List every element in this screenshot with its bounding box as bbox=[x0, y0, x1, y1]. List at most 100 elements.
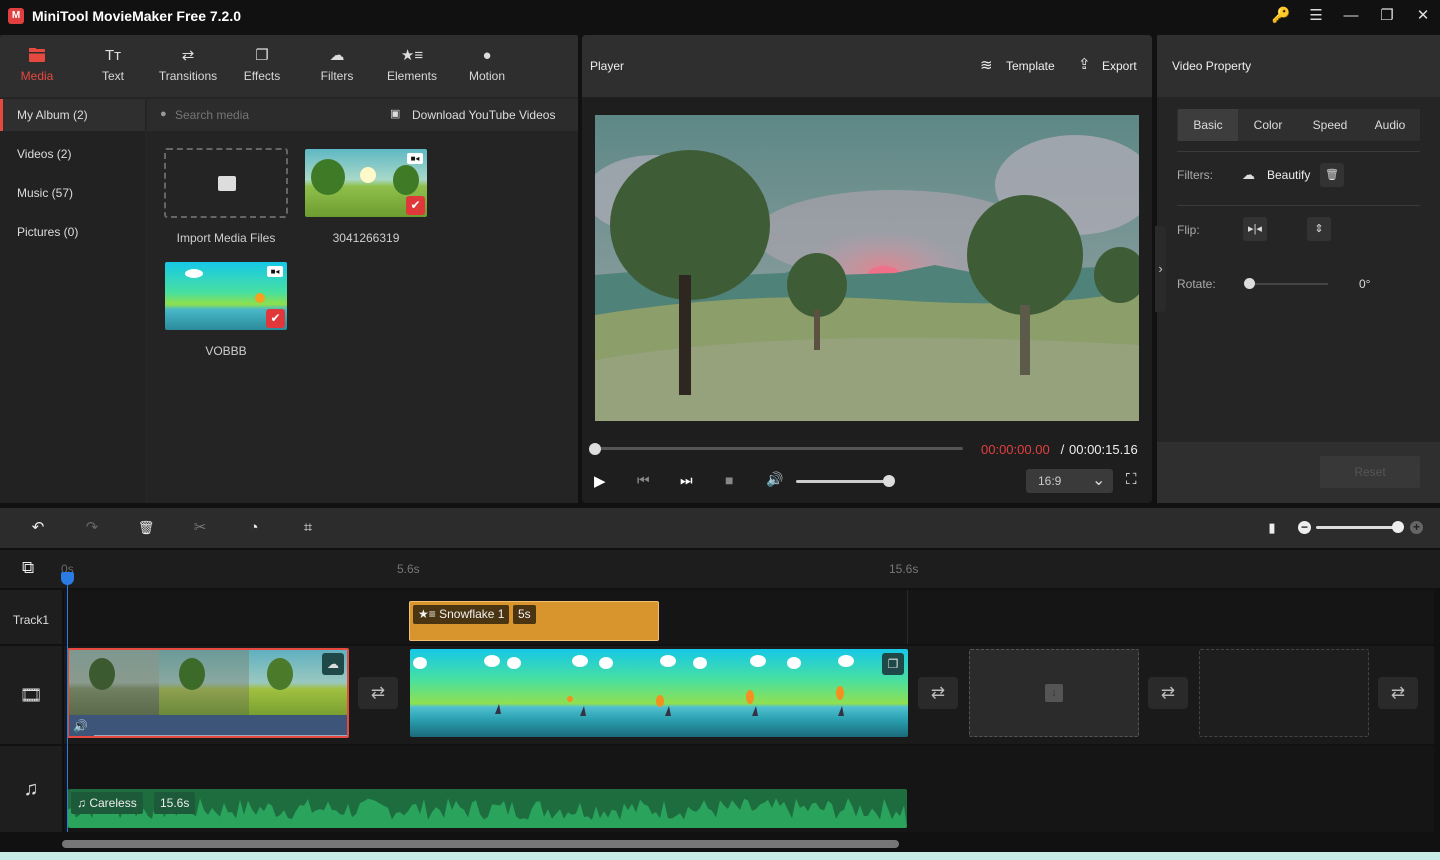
tab-text[interactable]: Tт Text bbox=[78, 35, 148, 97]
reset-button[interactable]: Reset bbox=[1320, 456, 1420, 488]
horizontal-scrollbar[interactable] bbox=[62, 840, 899, 848]
maximize-button[interactable]: ❐ bbox=[1376, 6, 1398, 28]
divider bbox=[1177, 151, 1420, 152]
clip-audio-level bbox=[94, 735, 347, 736]
time-separator: / bbox=[1057, 442, 1068, 457]
flip-horizontal-button[interactable]: ▸|◂ bbox=[1243, 217, 1267, 241]
drop-media-icon: ↓ bbox=[1045, 684, 1063, 702]
album-item-my-album[interactable]: My Album (2) bbox=[0, 99, 145, 131]
delete-button[interactable]: 🗑 bbox=[134, 516, 158, 540]
video-camera-icon: ■◂ bbox=[267, 266, 283, 277]
elements-icon: ★≡ bbox=[418, 607, 436, 621]
album-item-pictures[interactable]: Pictures (0) bbox=[0, 216, 145, 248]
minimize-button[interactable]: — bbox=[1340, 6, 1362, 28]
taskbar-strip bbox=[0, 852, 1440, 860]
transition-slot[interactable]: ⇄ bbox=[1378, 677, 1418, 709]
timeline-ruler[interactable]: ⧉ 0s 5.6s 15.6s bbox=[0, 550, 1440, 588]
export-icon: ⇪ bbox=[1078, 56, 1091, 73]
search-icon: ● bbox=[160, 108, 167, 120]
search-input[interactable] bbox=[175, 105, 355, 125]
tab-filters[interactable]: ☁ Filters bbox=[302, 35, 372, 97]
flip-horizontal-icon: ▸|◂ bbox=[1248, 223, 1262, 235]
empty-clip-slot[interactable]: ↓ bbox=[969, 649, 1139, 737]
element-clip[interactable]: ★≡ Snowflake 1 5s bbox=[409, 601, 659, 641]
transition-slot[interactable]: ⇄ bbox=[358, 677, 398, 709]
collapse-panel-button[interactable]: › bbox=[1155, 226, 1166, 312]
audio-clip[interactable]: ♫ Careless 15.6s bbox=[68, 789, 907, 828]
clip-frame bbox=[69, 650, 159, 715]
filter-icon: ☁ bbox=[1242, 167, 1255, 182]
delete-filter-button[interactable]: 🗑 bbox=[1320, 163, 1344, 187]
fullscreen-button[interactable]: ⛶ bbox=[1126, 471, 1137, 488]
trash-icon: 🗑 bbox=[1325, 169, 1339, 181]
speed-button[interactable]: ◔ bbox=[242, 516, 266, 540]
template-button[interactable]: Template bbox=[1006, 59, 1055, 73]
previous-frame-button[interactable]: ⏮ bbox=[637, 472, 650, 489]
import-media-button[interactable] bbox=[164, 148, 288, 218]
zoom-out-button[interactable]: − bbox=[1298, 521, 1311, 534]
close-button[interactable]: ✕ bbox=[1412, 6, 1434, 28]
export-button[interactable]: Export bbox=[1102, 59, 1137, 73]
split-button[interactable]: ✂ bbox=[188, 516, 212, 540]
cloud-shape bbox=[185, 269, 203, 278]
video-clip-selected[interactable]: ☁ 🔊 bbox=[67, 648, 349, 738]
next-frame-button[interactable]: ⏭ bbox=[680, 472, 693, 489]
rotate-value: 0° bbox=[1359, 277, 1371, 291]
filters-label: Filters: bbox=[1177, 168, 1213, 182]
transitions-icon: ⇄ bbox=[181, 47, 195, 64]
tab-media[interactable]: Media bbox=[2, 35, 72, 97]
play-button[interactable]: ▶ bbox=[594, 472, 606, 490]
video-camera-icon: ■◂ bbox=[407, 153, 423, 164]
sun-shape bbox=[255, 293, 265, 303]
clip-audio-icon[interactable]: 🔊 bbox=[73, 719, 88, 733]
video-clip[interactable]: ❐ bbox=[410, 649, 908, 737]
volume-slider[interactable] bbox=[796, 480, 889, 483]
youtube-download-icon: ▣ bbox=[390, 108, 401, 120]
tab-effects[interactable]: ❐ Effects bbox=[227, 35, 297, 97]
tab-audio[interactable]: Audio bbox=[1362, 109, 1418, 141]
download-youtube-link[interactable]: Download YouTube Videos bbox=[412, 108, 555, 122]
selected-check-icon: ✔ bbox=[266, 309, 285, 328]
motion-icon: ● bbox=[482, 47, 492, 64]
zoom-in-button[interactable]: + bbox=[1410, 521, 1423, 534]
album-item-videos[interactable]: Videos (2) bbox=[0, 138, 145, 170]
media-item-thumbnail[interactable]: ■◂ ✔ bbox=[305, 149, 427, 217]
seek-handle[interactable] bbox=[589, 443, 601, 455]
rotate-slider[interactable] bbox=[1249, 283, 1328, 285]
transition-slot[interactable]: ⇄ bbox=[918, 677, 958, 709]
tab-color[interactable]: Color bbox=[1240, 109, 1296, 141]
key-icon[interactable]: 🔑 bbox=[1270, 6, 1292, 28]
tab-basic[interactable]: Basic bbox=[1178, 109, 1238, 141]
effects-icon: ❐ bbox=[255, 47, 269, 64]
undo-button[interactable]: ↶ bbox=[26, 516, 50, 540]
tab-elements[interactable]: ★≡ Elements bbox=[377, 35, 447, 97]
fit-timeline-button[interactable]: ▮ bbox=[1260, 516, 1284, 540]
volume-icon[interactable]: 🔊 bbox=[766, 471, 783, 488]
crop-button[interactable]: ⌗ bbox=[296, 516, 320, 540]
album-item-music[interactable]: Music (57) bbox=[0, 177, 145, 209]
volume-handle[interactable] bbox=[883, 475, 895, 487]
transition-slot[interactable]: ⇄ bbox=[1148, 677, 1188, 709]
tab-transitions[interactable]: ⇄ Transitions bbox=[152, 35, 224, 97]
timeline-zoom-handle[interactable] bbox=[1392, 521, 1404, 533]
sun-shape bbox=[360, 167, 376, 183]
timeline-zoom-slider[interactable] bbox=[1316, 526, 1398, 529]
playhead-handle[interactable] bbox=[61, 572, 74, 585]
flip-vertical-button[interactable]: ⇕ bbox=[1307, 217, 1331, 241]
redo-button[interactable]: ↷ bbox=[80, 516, 104, 540]
stop-button[interactable]: ■ bbox=[725, 472, 733, 488]
tab-motion[interactable]: ● Motion bbox=[452, 35, 522, 97]
tab-speed[interactable]: Speed bbox=[1300, 109, 1360, 141]
aspect-ratio-select[interactable]: 16:9 ⌄ bbox=[1026, 469, 1113, 493]
video-preview[interactable] bbox=[595, 115, 1139, 421]
empty-clip-slot[interactable] bbox=[1199, 649, 1369, 737]
folder-icon bbox=[218, 176, 236, 191]
seek-bar[interactable] bbox=[595, 447, 963, 450]
tree-shape bbox=[89, 658, 115, 690]
media-item-thumbnail[interactable]: ■◂ ✔ bbox=[165, 262, 287, 330]
menu-button[interactable]: ☰ bbox=[1305, 6, 1327, 28]
filters-icon: ☁ bbox=[329, 47, 345, 64]
rotate-handle[interactable] bbox=[1244, 278, 1255, 289]
chevron-down-icon: ⌄ bbox=[1092, 472, 1106, 489]
add-track-button[interactable]: ⧉ bbox=[22, 558, 34, 578]
